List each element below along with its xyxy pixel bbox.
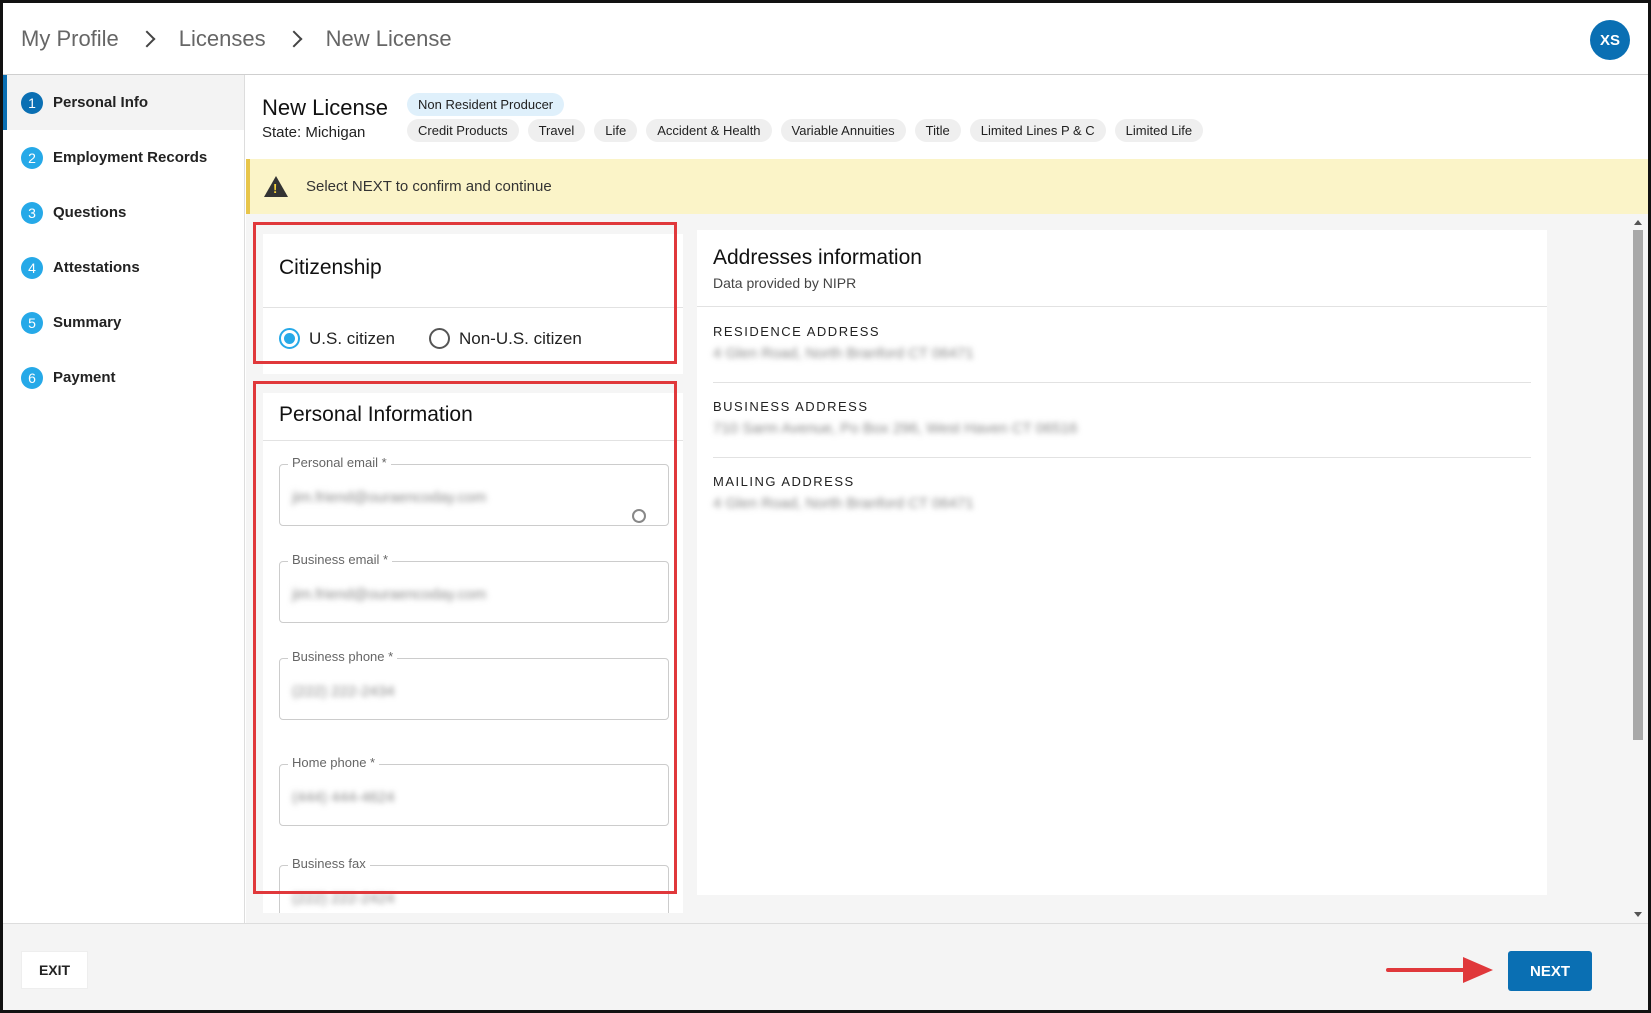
chevron-right-icon (285, 30, 303, 47)
mailing-address: MAILING ADDRESS 4 Glen Road, North Branf… (713, 458, 1531, 533)
personal-email-field[interactable]: Personal email * jim.friend@ouraencoday.… (279, 455, 669, 526)
radio-label: Non-U.S. citizen (458, 328, 582, 348)
divider (697, 306, 1547, 307)
address-label: MAILING ADDRESS (713, 474, 855, 489)
page-title: New License (262, 95, 388, 120)
step-personal-info[interactable]: 1 Personal Info (3, 75, 244, 130)
address-value: 710 Sarm Avenue, Po Box 296, West Haven … (713, 420, 1078, 437)
field-label: Home phone * (288, 755, 380, 770)
line-tag: Limited Life (1114, 119, 1204, 142)
vertical-scrollbar[interactable] (1632, 214, 1644, 923)
app-window: My Profile Licenses New License XS 1 Per… (0, 0, 1651, 1013)
form-scroll-area[interactable]: Citizenship U.S. citizen Non-U.S. citize… (246, 214, 1648, 923)
license-state: State: Michigan (262, 124, 366, 141)
top-bar: My Profile Licenses New License XS (3, 3, 1648, 75)
step-label: Payment (53, 369, 116, 386)
license-lines: Credit Products Travel Life Accident & H… (407, 119, 1204, 142)
step-label: Questions (53, 204, 127, 221)
step-number-icon: 5 (21, 311, 43, 334)
step-number-icon: 6 (21, 366, 43, 389)
radio-checked-icon[interactable] (279, 328, 300, 349)
citizenship-radio-group: U.S. citizen Non-U.S. citizen (263, 308, 683, 369)
line-tag: Travel (527, 119, 586, 142)
field-value[interactable]: (222) 222-2434 (292, 683, 395, 700)
radio-non-us-citizen[interactable]: Non-U.S. citizen (428, 328, 582, 349)
license-type-tag: Non Resident Producer (407, 93, 565, 116)
addresses-title: Addresses information (713, 246, 922, 269)
step-number-icon: 3 (21, 201, 43, 224)
field-value[interactable]: (222) 222-2424 (292, 890, 395, 907)
step-summary[interactable]: 5 Summary (3, 295, 244, 350)
home-phone-field[interactable]: Home phone * (444) 444-4624 (279, 755, 669, 826)
line-tag: Life (594, 119, 638, 142)
addresses-card: Addresses information Data provided by N… (697, 230, 1547, 895)
field-label: Business fax (288, 856, 370, 871)
personal-info-card: Personal Information Personal email * ji… (263, 393, 683, 913)
line-tag: Accident & Health (646, 119, 772, 142)
step-label: Attestations (53, 259, 140, 276)
field-value[interactable]: (444) 444-4624 (292, 789, 395, 806)
field-label: Personal email * (288, 455, 391, 470)
breadcrumb-new-license: New License (325, 25, 452, 51)
step-number-icon: 4 (21, 256, 43, 279)
citizenship-title: Citizenship (263, 234, 683, 308)
chevron-right-icon (138, 30, 156, 47)
step-questions[interactable]: 3 Questions (3, 185, 244, 240)
scroll-down-icon[interactable] (1634, 912, 1642, 917)
scrollbar-thumb[interactable] (1633, 230, 1643, 740)
step-label: Personal Info (53, 94, 149, 111)
alert-banner: Select NEXT to confirm and continue (246, 159, 1648, 214)
step-attestations[interactable]: 4 Attestations (3, 240, 244, 295)
field-label: Business phone * (288, 649, 398, 664)
step-number-icon: 1 (21, 91, 43, 114)
residence-address: RESIDENCE ADDRESS 4 Glen Road, North Bra… (713, 308, 1531, 383)
breadcrumb-licenses[interactable]: Licenses (179, 26, 266, 52)
step-employment-records[interactable]: 2 Employment Records (3, 130, 244, 185)
citizenship-card: Citizenship U.S. citizen Non-U.S. citize… (263, 234, 683, 374)
radio-us-citizen[interactable]: U.S. citizen (279, 328, 395, 349)
radio-label: U.S. citizen (309, 328, 395, 348)
warning-icon (264, 176, 288, 197)
field-value[interactable]: jim.friend@ouraencoday.com (292, 489, 486, 506)
personal-info-title: Personal Information (263, 393, 683, 441)
exit-button[interactable]: EXIT (21, 951, 88, 989)
step-number-icon: 2 (21, 146, 43, 169)
step-label: Employment Records (53, 149, 208, 166)
address-label: RESIDENCE ADDRESS (713, 324, 881, 339)
step-label: Summary (53, 314, 122, 331)
addresses-subtitle: Data provided by NIPR (713, 275, 857, 291)
stepper-sidebar: 1 Personal Info 2 Employment Records 3 Q… (3, 75, 245, 923)
license-header: New License State: Michigan Non Resident… (246, 75, 1648, 159)
alert-text: Select NEXT to confirm and continue (306, 178, 552, 195)
arrow-annotation (1386, 968, 1466, 972)
business-address: BUSINESS ADDRESS 710 Sarm Avenue, Po Box… (713, 383, 1531, 458)
line-tag: Credit Products (407, 119, 519, 142)
radio-unchecked-icon[interactable] (428, 328, 450, 349)
step-payment[interactable]: 6 Payment (3, 350, 244, 405)
line-tag: Limited Lines P & C (969, 119, 1106, 142)
business-email-field[interactable]: Business email * jim.friend@ouraencoday.… (279, 552, 669, 623)
business-phone-field[interactable]: Business phone * (222) 222-2434 (279, 649, 669, 720)
scroll-up-icon[interactable] (1634, 220, 1642, 225)
address-label: BUSINESS ADDRESS (713, 399, 869, 414)
address-value: 4 Glen Road, North Branford CT 06471 (713, 345, 974, 362)
address-value: 4 Glen Road, North Branford CT 06471 (713, 495, 974, 512)
arrow-right-icon (1463, 957, 1493, 983)
main-content: New License State: Michigan Non Resident… (246, 75, 1648, 923)
line-tag: Variable Annuities (780, 119, 906, 142)
avatar[interactable]: XS (1590, 20, 1630, 60)
footer-bar: EXIT NEXT (3, 923, 1648, 1010)
line-tag: Title (914, 119, 961, 142)
field-value[interactable]: jim.friend@ouraencoday.com (292, 586, 486, 603)
next-button[interactable]: NEXT (1508, 951, 1592, 991)
autofill-icon[interactable] (632, 509, 646, 523)
field-label: Business email * (288, 552, 393, 567)
business-fax-field[interactable]: Business fax (222) 222-2424 (279, 856, 669, 913)
breadcrumb-my-profile[interactable]: My Profile (21, 26, 119, 52)
